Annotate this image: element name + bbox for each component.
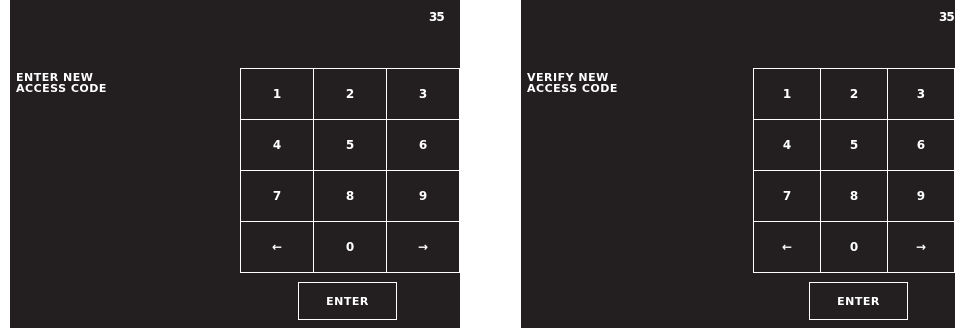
key-2[interactable]: 2: [313, 68, 387, 120]
key-8[interactable]: 8: [820, 170, 888, 222]
key-right-arrow[interactable]: →: [886, 221, 955, 273]
key-3[interactable]: 3: [386, 68, 460, 120]
prompt-line-2: ACCESS CODE: [16, 82, 107, 95]
key-0[interactable]: 0: [820, 221, 888, 273]
key-7[interactable]: 7: [240, 170, 314, 222]
key-8[interactable]: 8: [313, 170, 387, 222]
key-9[interactable]: 9: [886, 170, 955, 222]
key-6[interactable]: 6: [386, 119, 460, 171]
prompt-line-2: ACCESS CODE: [527, 82, 618, 95]
keypad: 1 2 3 4 5 6 7 8 9 ← 0 →: [752, 68, 955, 273]
page-number: 35: [939, 10, 955, 24]
keypad: 1 2 3 4 5 6 7 8 9 ← 0 →: [240, 68, 460, 273]
key-1[interactable]: 1: [752, 68, 822, 120]
key-3[interactable]: 3: [886, 68, 955, 120]
key-0[interactable]: 0: [313, 221, 387, 273]
key-6[interactable]: 6: [886, 119, 955, 171]
verify-code-screen: 35 VERIFY NEW ACCESS CODE 1 2 3 4 5 6 7 …: [521, 0, 955, 328]
key-left-arrow[interactable]: ←: [240, 221, 314, 273]
page-number: 35: [429, 10, 445, 24]
key-7[interactable]: 7: [752, 170, 822, 222]
key-4[interactable]: 4: [240, 119, 314, 171]
key-4[interactable]: 4: [752, 119, 822, 171]
key-5[interactable]: 5: [820, 119, 888, 171]
key-9[interactable]: 9: [386, 170, 460, 222]
enter-button[interactable]: ENTER: [809, 282, 908, 320]
key-1[interactable]: 1: [240, 68, 314, 120]
key-2[interactable]: 2: [820, 68, 888, 120]
key-5[interactable]: 5: [313, 119, 387, 171]
key-left-arrow[interactable]: ←: [752, 221, 822, 273]
enter-button[interactable]: ENTER: [298, 282, 397, 320]
prompt-text: ENTER NEW ACCESS CODE: [16, 72, 107, 94]
enter-code-screen: 35 ENTER NEW ACCESS CODE 1 2 3 4 5 6 7 8…: [10, 0, 460, 328]
prompt-text: VERIFY NEW ACCESS CODE: [527, 72, 618, 94]
key-right-arrow[interactable]: →: [386, 221, 460, 273]
